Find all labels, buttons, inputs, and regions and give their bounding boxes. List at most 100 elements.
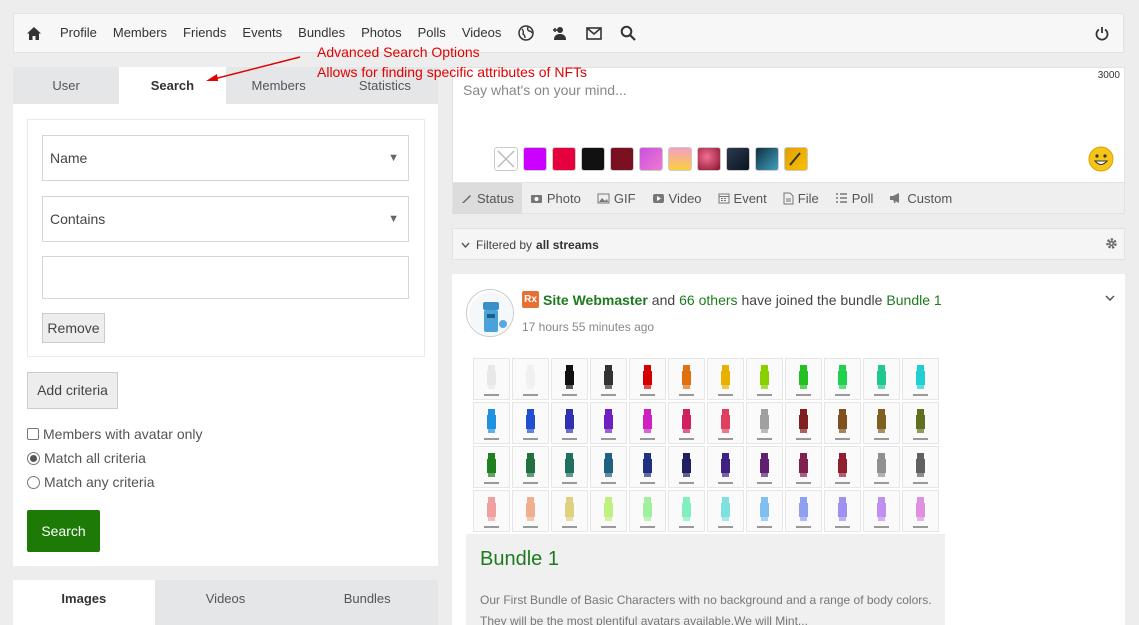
status-input[interactable]: Say what's on your mind... <box>463 82 627 98</box>
nav-friends[interactable]: Friends <box>175 14 234 52</box>
character-icon <box>913 497 928 528</box>
thumbnail-caption-mark <box>562 438 577 440</box>
character-legs <box>839 473 846 477</box>
character-legs <box>917 385 924 389</box>
thumbnail-caption-mark <box>679 394 694 396</box>
avatar-thumbnail <box>668 490 705 532</box>
tab-poll[interactable]: Poll <box>827 183 882 214</box>
swatch-black[interactable] <box>581 147 605 171</box>
character-legs <box>722 473 729 477</box>
add-criteria-button[interactable]: Add criteria <box>27 372 118 409</box>
swatch-maroon[interactable] <box>610 147 634 171</box>
character-body <box>838 503 847 517</box>
bundle-link[interactable]: Bundle 1 <box>886 292 941 308</box>
emoji-icon[interactable] <box>1088 146 1114 172</box>
stream-filter[interactable]: Filtered by all streams <box>452 228 1125 260</box>
post-timestamp[interactable]: 17 hours 55 minutes ago <box>522 320 654 334</box>
video-icon <box>652 193 664 203</box>
gear-icon[interactable] <box>1105 237 1118 253</box>
nav-members[interactable]: Members <box>105 14 175 52</box>
power-icon[interactable] <box>1087 14 1117 52</box>
character-legs <box>566 429 573 433</box>
tab-images[interactable]: Images <box>13 580 155 625</box>
avatar-thumbnail <box>863 402 900 444</box>
character-body <box>799 371 808 385</box>
character-legs <box>683 473 690 477</box>
tab-videos[interactable]: Videos <box>155 580 297 625</box>
radio-unselected[interactable] <box>27 475 40 489</box>
search-button[interactable]: Search <box>27 510 100 552</box>
character-legs <box>800 429 807 433</box>
character-body <box>760 371 769 385</box>
search-icon[interactable] <box>611 14 645 52</box>
avatar-thumbnail <box>707 490 744 532</box>
bundle-card[interactable]: Bundle 1 Our First Bundle of Basic Chara… <box>466 534 945 625</box>
author-link[interactable]: Site Webmaster <box>543 292 648 308</box>
character-head <box>761 365 768 371</box>
chevron-down-icon[interactable] <box>1105 288 1115 304</box>
others-link[interactable]: 66 others <box>679 292 737 308</box>
character-legs <box>644 517 651 521</box>
nav-profile[interactable]: Profile <box>52 14 105 52</box>
swatch-purple[interactable] <box>523 147 547 171</box>
character-head <box>527 453 534 459</box>
character-legs <box>527 517 534 521</box>
avatar-thumbnail <box>902 446 939 488</box>
bundle-preview-image[interactable] <box>472 358 945 534</box>
swatch-pink-gradient[interactable] <box>639 147 663 171</box>
tab-gif[interactable]: GIF <box>589 183 644 214</box>
tab-custom[interactable]: Custom <box>881 183 960 214</box>
character-icon <box>835 365 850 396</box>
tab-status[interactable]: Status <box>453 182 522 214</box>
bundle-card-title[interactable]: Bundle 1 <box>480 548 559 571</box>
character-legs <box>839 429 846 433</box>
chevron-down-icon: ▼ <box>388 213 399 225</box>
character-head <box>605 409 612 415</box>
match-any-radio[interactable]: Match any criteria <box>27 474 154 490</box>
character-head <box>644 497 651 503</box>
thumbnail-caption-mark <box>835 438 850 440</box>
field-select[interactable]: Name ▼ <box>42 135 409 181</box>
swatch-none[interactable] <box>494 147 518 171</box>
swatch-pencil[interactable] <box>784 147 808 171</box>
camera-icon <box>530 194 542 203</box>
home-icon[interactable] <box>16 14 52 52</box>
thumbnail-caption-mark <box>718 394 733 396</box>
remove-button[interactable]: Remove <box>42 313 105 343</box>
thumbnail-caption-mark <box>913 394 928 396</box>
avatar-thumbnail <box>824 402 861 444</box>
character-icon <box>796 453 811 484</box>
character-body <box>799 503 808 517</box>
tab-bundles[interactable]: Bundles <box>296 580 438 625</box>
swatch-red[interactable] <box>552 147 576 171</box>
character-legs <box>761 473 768 477</box>
character-head <box>800 365 807 371</box>
tab-event[interactable]: Event <box>710 183 775 214</box>
avatar-thumbnail <box>473 490 510 532</box>
criteria-value-input[interactable] <box>42 256 409 299</box>
avatar-only-checkbox[interactable]: Members with avatar only <box>27 426 203 442</box>
tab-photo[interactable]: Photo <box>522 183 589 214</box>
character-head <box>722 365 729 371</box>
thumbnail-caption-mark <box>523 394 538 396</box>
match-all-radio[interactable]: Match all criteria <box>27 450 146 466</box>
character-head <box>800 497 807 503</box>
character-body <box>604 459 613 473</box>
nav-events[interactable]: Events <box>234 14 290 52</box>
avatar-thumbnail <box>590 358 627 400</box>
avatar-grid <box>473 358 945 532</box>
avatar-thumbnail <box>707 446 744 488</box>
swatch-sunset-gradient[interactable] <box>668 147 692 171</box>
character-icon <box>640 453 655 484</box>
avatar[interactable] <box>466 289 514 337</box>
tab-file[interactable]: File <box>775 183 827 214</box>
swatch-night[interactable] <box>726 147 750 171</box>
tab-user[interactable]: User <box>13 67 119 104</box>
radio-selected[interactable] <box>27 451 40 465</box>
tab-video[interactable]: Video <box>644 183 710 214</box>
operator-select[interactable]: Contains ▼ <box>42 196 409 242</box>
checkbox-box[interactable] <box>27 428 39 440</box>
swatch-ocean[interactable] <box>755 147 779 171</box>
character-head <box>566 409 573 415</box>
swatch-flowers[interactable] <box>697 147 721 171</box>
